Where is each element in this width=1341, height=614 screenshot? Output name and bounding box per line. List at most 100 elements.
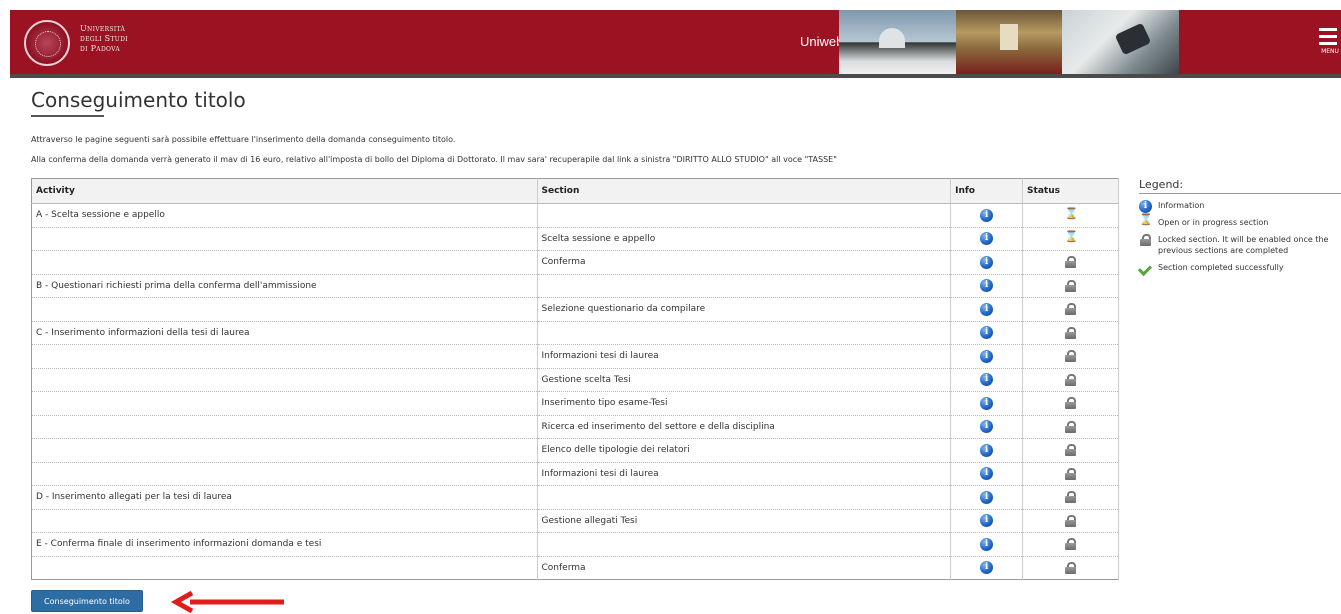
section-cell: Gestione scelta Tesi (537, 368, 952, 392)
info-icon[interactable]: i (980, 443, 994, 457)
legend-panel: Legend: i Information Open or in progres… (1139, 178, 1341, 273)
info-icon[interactable]: i (980, 561, 994, 575)
lock-icon (1065, 491, 1077, 504)
lock-icon (1065, 561, 1077, 574)
status-cell (1022, 250, 1119, 275)
section-cell: Informazioni tesi di laurea (537, 344, 952, 369)
section-cell (537, 274, 952, 298)
status-cell (1022, 391, 1119, 416)
section-cell: Selezione questionario da compilare (537, 297, 952, 322)
checkmark-icon (1139, 263, 1152, 273)
section-cell: Ricerca ed inserimento del settore e del… (537, 415, 952, 439)
lock-icon (1065, 467, 1077, 480)
activity-cell (31, 438, 538, 463)
intro-text-2: Alla conferma della domanda verrà genera… (31, 155, 837, 164)
header-photo-microscope (1062, 10, 1179, 74)
legend-title: Legend: (1139, 178, 1341, 194)
lock-icon (1065, 538, 1077, 551)
status-cell (1022, 274, 1119, 298)
section-cell: Conferma (537, 556, 952, 580)
column-header-activity: Activity (31, 178, 538, 204)
status-cell (1022, 321, 1119, 345)
info-icon[interactable]: i (980, 373, 994, 387)
info-cell: i (950, 227, 1024, 251)
table-row: Gestione scelta Tesi i (31, 368, 1119, 392)
section-cell: Gestione allegati Tesi (537, 509, 952, 533)
menu-label: MENU (1321, 48, 1339, 55)
legend-item-locked: Locked section. It will be enabled once … (1139, 234, 1341, 256)
info-icon[interactable]: i (980, 490, 994, 504)
menu-button[interactable]: MENU (1319, 28, 1341, 55)
info-cell: i (950, 462, 1024, 486)
table-row: C - Inserimento informazioni della tesi … (31, 321, 1119, 345)
info-cell: i (950, 344, 1024, 369)
info-icon[interactable]: i (980, 208, 994, 222)
activity-cell: C - Inserimento informazioni della tesi … (31, 321, 538, 345)
column-header-section: Section (537, 178, 952, 204)
activity-cell (31, 415, 538, 439)
title-underline (31, 115, 104, 117)
status-cell (1022, 509, 1119, 533)
table-header-row: Activity Section Info Status (31, 178, 1119, 204)
activity-cell (31, 556, 538, 580)
lock-icon (1065, 373, 1077, 386)
legend-item-information: i Information (1139, 200, 1341, 213)
hamburger-icon (1319, 28, 1337, 31)
section-cell: Informazioni tesi di laurea (537, 462, 952, 486)
table-row: Conferma i (31, 556, 1119, 580)
info-icon[interactable]: i (980, 255, 994, 269)
activity-cell: E - Conferma finale di inserimento infor… (31, 532, 538, 557)
info-icon: i (1139, 200, 1152, 213)
section-cell (537, 321, 952, 345)
activity-cell (31, 368, 538, 392)
info-cell: i (950, 321, 1024, 345)
info-icon[interactable]: i (980, 514, 994, 528)
table-row: Gestione allegati Tesi i (31, 509, 1119, 533)
app-name: Uniweb (800, 34, 844, 49)
site-header: Università degli Studi di Padova Uniweb … (10, 10, 1341, 78)
info-icon[interactable]: i (980, 302, 994, 316)
table-row: Scelta sessione e appello i (31, 227, 1119, 251)
hourglass-icon (1065, 207, 1079, 221)
activity-cell (31, 227, 538, 251)
info-cell: i (950, 203, 1024, 228)
section-cell: Elenco delle tipologie dei relatori (537, 438, 952, 463)
table-row: Selezione questionario da compilare i (31, 297, 1119, 322)
info-icon[interactable]: i (980, 396, 994, 410)
table-row: Elenco delle tipologie dei relatori i (31, 438, 1119, 463)
steps-table: Activity Section Info Status A - Scelta … (31, 178, 1119, 580)
activity-cell (31, 297, 538, 322)
activity-cell: D - Inserimento allegati per la tesi di … (31, 485, 538, 510)
activity-cell (31, 250, 538, 275)
info-cell: i (950, 532, 1024, 557)
lock-icon (1065, 514, 1077, 527)
table-row: Inserimento tipo esame-Tesi i (31, 391, 1119, 416)
table-row: B - Questionari richiesti prima della co… (31, 274, 1119, 298)
section-cell (537, 532, 952, 557)
info-cell: i (950, 438, 1024, 463)
info-icon[interactable]: i (980, 420, 994, 434)
info-icon[interactable]: i (980, 537, 994, 551)
university-seal-logo[interactable] (24, 20, 70, 66)
page-title: Conseguimento titolo (31, 88, 246, 112)
university-name: Università degli Studi di Padova (80, 24, 128, 53)
red-arrow-annotation (170, 591, 284, 613)
lock-icon (1065, 326, 1077, 339)
status-cell (1022, 227, 1119, 251)
info-icon[interactable]: i (980, 326, 994, 340)
header-photo-observatory (839, 10, 956, 74)
info-icon[interactable]: i (980, 232, 994, 246)
info-icon[interactable]: i (980, 467, 994, 481)
hourglass-icon (1139, 214, 1153, 228)
info-icon[interactable]: i (980, 349, 994, 363)
info-cell: i (950, 556, 1024, 580)
conseguimento-titolo-button[interactable]: Conseguimento titolo (31, 590, 143, 612)
section-cell: Inserimento tipo esame-Tesi (537, 391, 952, 416)
column-header-info: Info (950, 178, 1024, 204)
status-cell (1022, 532, 1119, 557)
table-row: D - Inserimento allegati per la tesi di … (31, 485, 1119, 510)
legend-item-completed: Section completed successfully (1139, 262, 1341, 273)
status-cell (1022, 368, 1119, 392)
info-cell: i (950, 509, 1024, 533)
info-icon[interactable]: i (980, 279, 994, 293)
